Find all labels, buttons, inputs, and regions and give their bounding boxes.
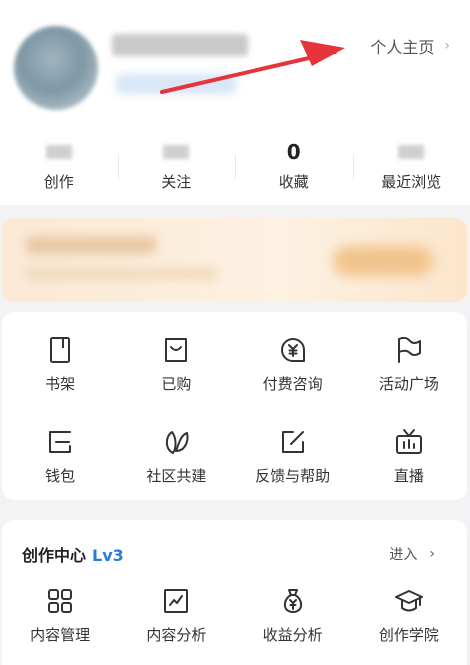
promo-banner[interactable] xyxy=(2,218,467,302)
banner-button-blurred[interactable] xyxy=(333,246,433,276)
menu-bookshelf[interactable]: 书架 xyxy=(2,318,118,410)
menu-purchased[interactable]: 已购 xyxy=(118,318,234,410)
banner-title-blurred xyxy=(26,236,156,254)
money-bag-icon xyxy=(283,589,302,613)
chart-icon xyxy=(164,589,189,613)
stat-label: 创作 xyxy=(43,172,74,191)
profile-page-link[interactable]: 个人主页 › xyxy=(370,34,450,58)
stat-following[interactable]: 关注 xyxy=(117,125,236,205)
stat-recent[interactable]: 最近浏览 xyxy=(352,125,470,205)
username-blurred xyxy=(112,34,248,56)
stats-bar: 创作 关注 0 收藏 最近浏览 xyxy=(0,125,470,205)
user-badge-blurred xyxy=(116,74,236,94)
wallet-icon xyxy=(49,430,72,453)
tool-content-analysis[interactable]: 内容分析 xyxy=(118,586,234,645)
menu-label: 社区共建 xyxy=(146,466,207,485)
grid-icon xyxy=(48,589,73,613)
menu-paid-consult[interactable]: 付费咨询 xyxy=(235,318,351,410)
leaf-icon xyxy=(166,430,189,454)
avatar[interactable] xyxy=(14,26,98,110)
creation-center-card: 创作中心 Lv3 进入 › 内容管理 内容分析 收益分析 创作学院 xyxy=(2,520,467,665)
chevron-right-icon: › xyxy=(444,38,450,54)
tool-creation-academy[interactable]: 创作学院 xyxy=(351,586,467,645)
creation-title: 创作中心 xyxy=(22,546,87,565)
shopping-bag-icon xyxy=(165,337,188,362)
graduation-cap-icon xyxy=(394,590,423,612)
profile-link-label: 个人主页 xyxy=(370,38,435,57)
profile-header: 个人主页 › xyxy=(0,0,470,125)
menu-community[interactable]: 社区共建 xyxy=(118,410,234,502)
stat-creations[interactable]: 创作 xyxy=(0,125,118,205)
tool-label: 创作学院 xyxy=(378,626,439,644)
edit-icon xyxy=(281,430,304,453)
tool-revenue-analysis[interactable]: 收益分析 xyxy=(235,586,351,645)
stat-value: 0 xyxy=(286,139,301,164)
banner-subtitle-blurred xyxy=(26,268,216,280)
enter-label: 进入 xyxy=(389,547,418,563)
bookshelf-icon xyxy=(50,336,71,363)
tool-label: 收益分析 xyxy=(262,626,323,644)
paid-consult-icon xyxy=(280,337,305,362)
menu-activity-square[interactable]: 活动广场 xyxy=(351,318,467,410)
tv-icon xyxy=(395,428,422,454)
creation-tools-row: 内容管理 内容分析 收益分析 创作学院 xyxy=(2,586,467,645)
menu-label: 已购 xyxy=(161,374,192,393)
menu-label: 付费咨询 xyxy=(262,374,323,393)
menu-label: 钱包 xyxy=(45,466,76,485)
tool-label: 内容管理 xyxy=(30,626,91,644)
tool-label: 内容分析 xyxy=(146,626,207,644)
stat-value xyxy=(398,144,425,159)
flag-icon xyxy=(397,336,421,363)
menu-feedback-help[interactable]: 反馈与帮助 xyxy=(235,410,351,502)
chevron-right-icon: › xyxy=(429,546,435,562)
feature-grid: 书架 已购 付费咨询 活动广场 钱包 社区共建 反馈与帮助 直播 xyxy=(2,312,467,500)
menu-label: 直播 xyxy=(393,466,424,485)
stat-value xyxy=(45,144,72,159)
tool-content-management[interactable]: 内容管理 xyxy=(2,586,118,645)
menu-label: 书架 xyxy=(45,374,76,393)
menu-label: 反馈与帮助 xyxy=(255,466,331,485)
stat-label: 关注 xyxy=(161,172,192,191)
stat-favorites[interactable]: 0 收藏 xyxy=(235,125,353,205)
level-badge: Lv3 xyxy=(92,546,124,565)
creation-center-title: 创作中心 Lv3 xyxy=(22,542,124,566)
stat-value xyxy=(163,144,190,159)
stat-label: 最近浏览 xyxy=(381,172,442,191)
menu-wallet[interactable]: 钱包 xyxy=(2,410,118,502)
menu-live[interactable]: 直播 xyxy=(351,410,467,502)
stat-label: 收藏 xyxy=(278,172,309,191)
enter-creation-button[interactable]: 进入 › xyxy=(389,544,435,564)
menu-label: 活动广场 xyxy=(378,374,439,393)
